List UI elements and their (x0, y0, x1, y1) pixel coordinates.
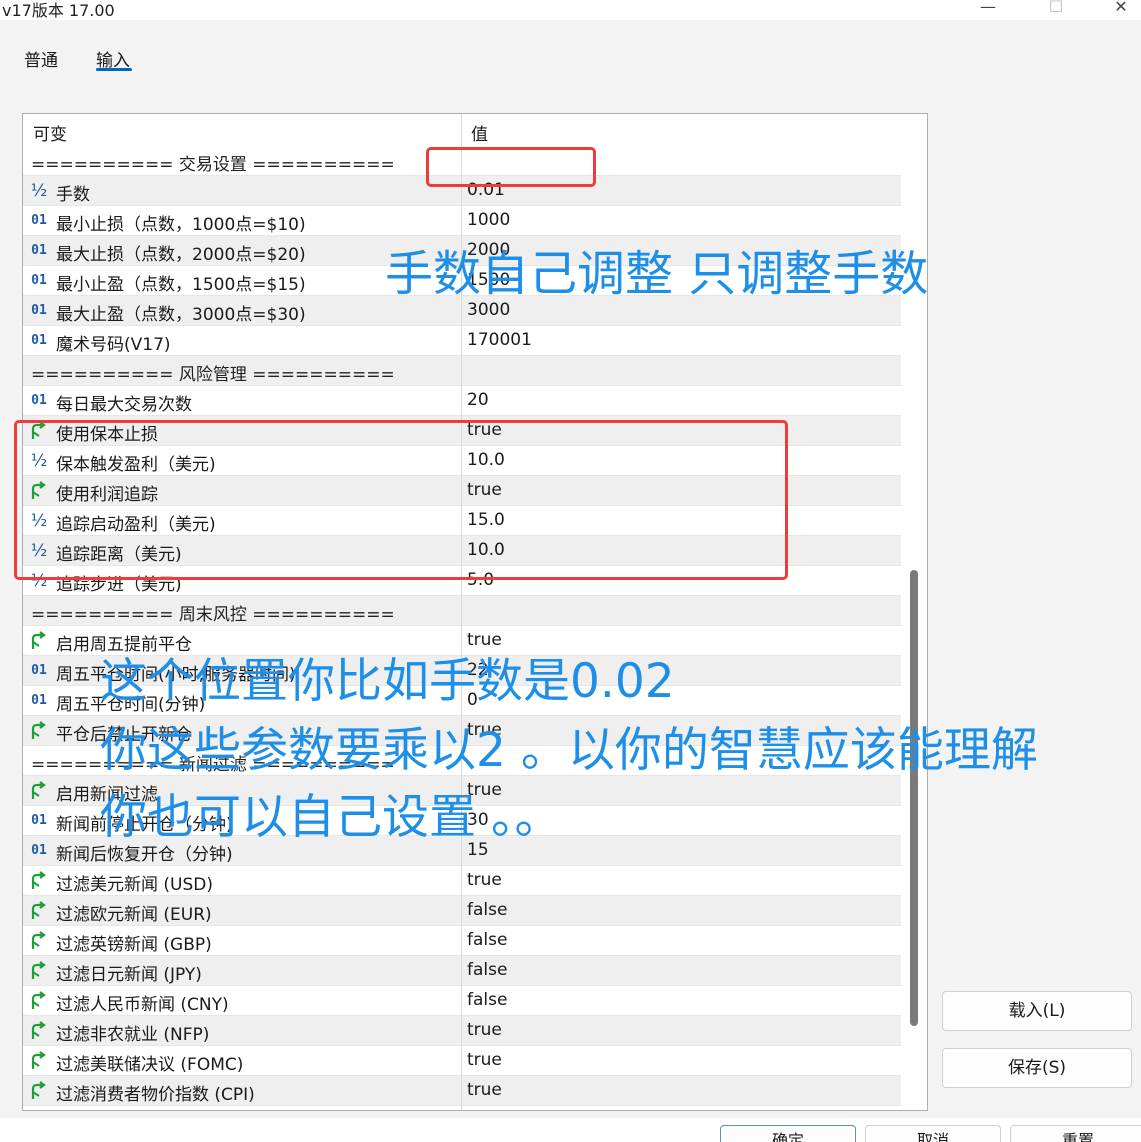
grid-row[interactable]: 过滤欧元新闻 (EUR) false (23, 896, 901, 926)
title-bar: v17版本 17.00 — ☐ ✕ (0, 0, 1141, 20)
param-value[interactable]: true (467, 1020, 502, 1040)
grid-row[interactable]: 过滤美联储决议 (FOMC) true (23, 1046, 901, 1076)
integer-type-icon: 01 (31, 843, 47, 858)
integer-type-icon: 01 (31, 663, 47, 678)
annotation-note-line2: 你这些参数要乘以2 。以你的智慧应该能理解 (100, 723, 1038, 778)
column-header-variable[interactable]: 可变 (33, 120, 67, 145)
active-tab-indicator (96, 68, 132, 71)
param-name: ========== 交易设置 ========== (31, 155, 395, 175)
ok-button[interactable]: 确定 (720, 1125, 856, 1142)
save-button[interactable]: 保存(S) (942, 1048, 1132, 1088)
param-value[interactable]: true (467, 630, 502, 650)
minimize-icon[interactable]: — (968, 0, 1008, 18)
highlight-box-lots (426, 147, 596, 187)
grid-row[interactable]: 过滤日元新闻 (JPY) false (23, 956, 901, 986)
double-type-icon: ½ (30, 181, 48, 201)
param-name: 手数 (56, 185, 90, 205)
param-value[interactable]: false (467, 900, 507, 920)
boolean-type-icon (29, 1021, 49, 1041)
param-value[interactable]: false (467, 990, 507, 1010)
integer-type-icon: 01 (31, 243, 47, 258)
param-name: 过滤人民币新闻 (CNY) (56, 995, 229, 1015)
annotation-note-line3: 你也可以自己设置 。。 (100, 790, 562, 845)
integer-type-icon: 01 (31, 693, 47, 708)
column-header-value[interactable]: 值 (471, 120, 488, 145)
boolean-type-icon (29, 871, 49, 891)
param-name: 最小止损（点数，1000点=$10) (56, 215, 306, 235)
boolean-type-icon (29, 1081, 49, 1101)
boolean-type-icon (29, 931, 49, 951)
param-value[interactable]: true (467, 870, 502, 890)
grid-row[interactable]: 过滤美元新闻 (USD) true (23, 866, 901, 896)
grid-section-row[interactable]: ========== 周末风控 ========== (23, 596, 901, 626)
annotation-note-lots: 手数自己调整 只调整手数 (385, 246, 929, 302)
param-name: 过滤美元新闻 (USD) (56, 875, 213, 895)
highlight-box-trailing (14, 420, 788, 580)
cancel-button[interactable]: 取消 (865, 1125, 1001, 1142)
load-button[interactable]: 载入(L) (942, 991, 1132, 1031)
boolean-type-icon (29, 991, 49, 1011)
grid-row[interactable]: 过滤英镑新闻 (GBP) false (23, 926, 901, 956)
param-name: ========== 周末风控 ========== (31, 605, 395, 625)
param-value[interactable]: 170001 (467, 330, 532, 350)
param-name: 最大止盈（点数，3000点=$30) (56, 305, 306, 325)
integer-type-icon: 01 (31, 213, 47, 228)
param-name: 过滤欧元新闻 (EUR) (56, 905, 212, 925)
boolean-type-icon (29, 901, 49, 921)
param-value[interactable]: 20 (467, 390, 489, 410)
grid-row[interactable]: 启用周五提前平仓 true (23, 626, 901, 656)
param-name: 过滤美联储决议 (FOMC) (56, 1055, 244, 1075)
param-name: 最大止损（点数，2000点=$20) (56, 245, 306, 265)
boolean-type-icon (29, 631, 49, 651)
param-name: 过滤消费者物价指数 (CPI) (56, 1085, 255, 1105)
reset-button[interactable]: 重置 (1010, 1125, 1141, 1142)
window-title: v17版本 17.00 (2, 1, 115, 20)
param-value[interactable]: false (467, 960, 507, 980)
boolean-type-icon (29, 721, 49, 741)
param-value[interactable]: true (467, 1050, 502, 1070)
grid-row[interactable]: 过滤非农就业 (NFP) true (23, 1016, 901, 1046)
boolean-type-icon (29, 1051, 49, 1071)
param-value[interactable]: 1000 (467, 210, 510, 230)
grid-row[interactable]: 过滤消费者物价指数 (CPI) true (23, 1076, 901, 1106)
tab-general[interactable]: 普通 (24, 46, 58, 71)
integer-type-icon: 01 (31, 333, 47, 348)
grid-row[interactable]: 01 最小止损（点数，1000点=$10) 1000 (23, 206, 901, 236)
scrollbar-thumb[interactable] (910, 570, 918, 1026)
grid-row[interactable]: 01 魔术号码(V17) 170001 (23, 326, 901, 356)
param-value[interactable]: true (467, 1080, 502, 1100)
param-name: ========== 风险管理 ========== (31, 365, 395, 385)
boolean-type-icon (29, 961, 49, 981)
close-icon[interactable]: ✕ (1101, 0, 1141, 18)
param-value[interactable]: false (467, 930, 507, 950)
param-name: 过滤日元新闻 (JPY) (56, 965, 202, 985)
annotation-note-line1: 这个位置你比如手数是0.02 (100, 654, 675, 709)
integer-type-icon: 01 (31, 273, 47, 288)
grid-row[interactable]: 过滤人民币新闻 (CNY) false (23, 986, 901, 1016)
maximize-icon[interactable]: ☐ (1036, 0, 1076, 18)
param-name: 魔术号码(V17) (56, 335, 171, 355)
integer-type-icon: 01 (31, 393, 47, 408)
param-name: 启用周五提前平仓 (56, 635, 192, 655)
integer-type-icon: 01 (31, 813, 47, 828)
param-name: 每日最大交易次数 (56, 395, 192, 415)
param-name: 过滤英镑新闻 (GBP) (56, 935, 212, 955)
grid-row[interactable]: 01 每日最大交易次数 20 (23, 386, 901, 416)
grid-header: 可变 值 (23, 114, 901, 146)
boolean-type-icon (29, 781, 49, 801)
param-name: 过滤非农就业 (NFP) (56, 1025, 210, 1045)
integer-type-icon: 01 (31, 303, 47, 318)
grid-section-row[interactable]: ========== 风险管理 ========== (23, 356, 901, 386)
param-name: 最小止盈（点数，1500点=$15) (56, 275, 306, 295)
param-value[interactable]: 3000 (467, 300, 510, 320)
